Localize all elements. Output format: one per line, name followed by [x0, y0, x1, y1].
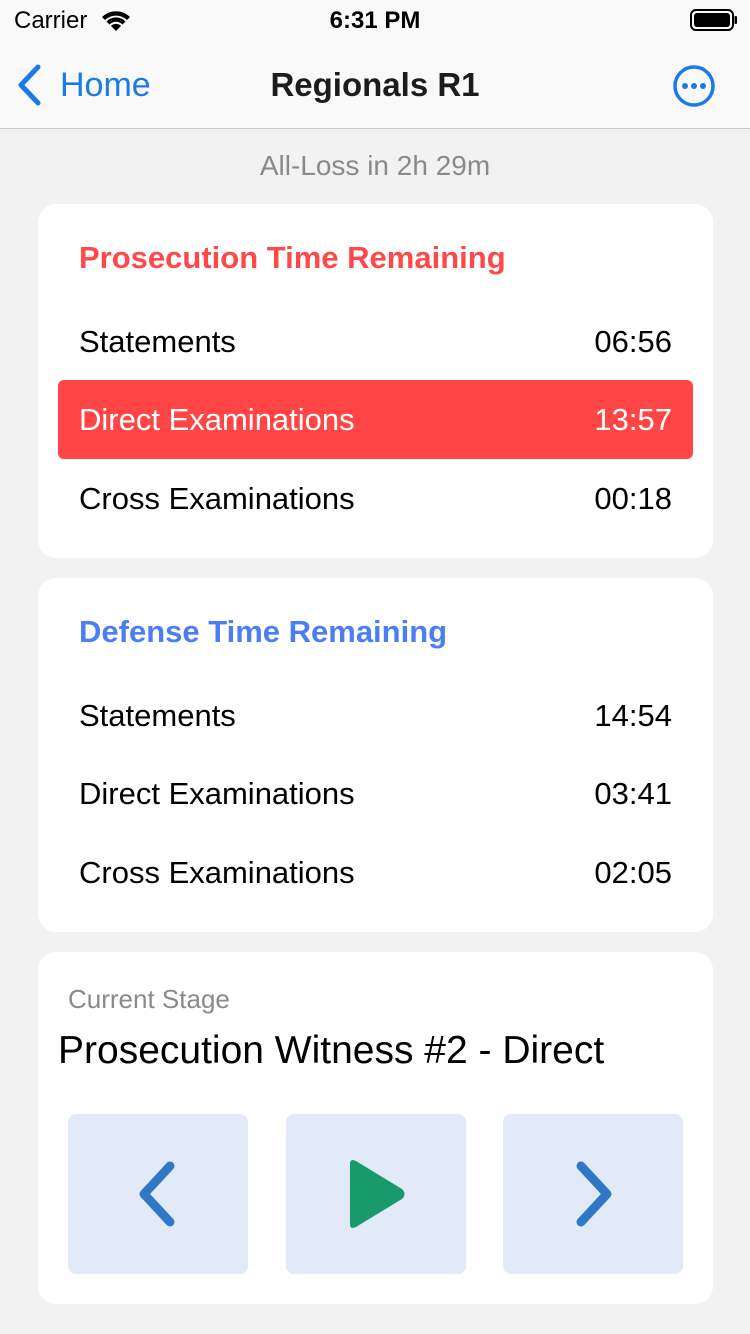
defense-card: Defense Time Remaining Statements 14:54 … [38, 578, 713, 932]
prosecution-row-direct[interactable]: Direct Examinations 13:57 [58, 380, 693, 459]
row-label: Cross Examinations [79, 480, 355, 516]
defense-row-cross[interactable]: Cross Examinations 02:05 [58, 833, 693, 912]
defense-title: Defense Time Remaining [79, 614, 448, 649]
previous-stage-button[interactable] [68, 1114, 248, 1274]
page-title: Regionals R1 [270, 66, 480, 103]
defense-row-statements[interactable]: Statements 14:54 [58, 676, 693, 755]
navigation-bar: Home Regionals R1 [0, 40, 750, 129]
current-stage-label: Current Stage [68, 984, 230, 1014]
all-loss-countdown: All-Loss in 2h 29m [259, 150, 491, 181]
status-bar: Carrier 6:31 PM [0, 0, 750, 40]
play-icon [350, 1160, 405, 1228]
row-time: 00:18 [594, 480, 672, 516]
chevron-right-icon [576, 1161, 612, 1227]
row-label: Statements [79, 323, 236, 359]
row-time: 06:56 [594, 323, 672, 359]
play-button[interactable] [286, 1114, 466, 1274]
prosecution-row-cross[interactable]: Cross Examinations 00:18 [58, 459, 693, 538]
prosecution-card: Prosecution Time Remaining Statements 06… [38, 204, 713, 558]
row-label: Direct Examinations [79, 775, 355, 811]
ellipsis-circle-icon[interactable] [672, 64, 716, 108]
row-time: 13:57 [594, 401, 672, 437]
prosecution-row-statements[interactable]: Statements 06:56 [58, 302, 693, 381]
row-label: Statements [79, 697, 236, 733]
status-time: 6:31 PM [329, 7, 421, 34]
battery-icon [690, 9, 737, 31]
row-time: 02:05 [594, 854, 672, 890]
defense-row-direct[interactable]: Direct Examinations 03:41 [58, 754, 693, 833]
row-time: 14:54 [594, 697, 672, 733]
row-time: 03:41 [594, 775, 672, 811]
next-stage-button[interactable] [503, 1114, 683, 1274]
prosecution-title: Prosecution Time Remaining [79, 240, 506, 275]
current-stage-value: Prosecution Witness #2 - Direct [58, 1029, 605, 1072]
current-stage-card: Current Stage Prosecution Witness #2 - D… [38, 952, 713, 1304]
chevron-left-icon [139, 1161, 175, 1227]
row-label: Cross Examinations [79, 854, 355, 890]
row-label: Direct Examinations [79, 401, 355, 437]
